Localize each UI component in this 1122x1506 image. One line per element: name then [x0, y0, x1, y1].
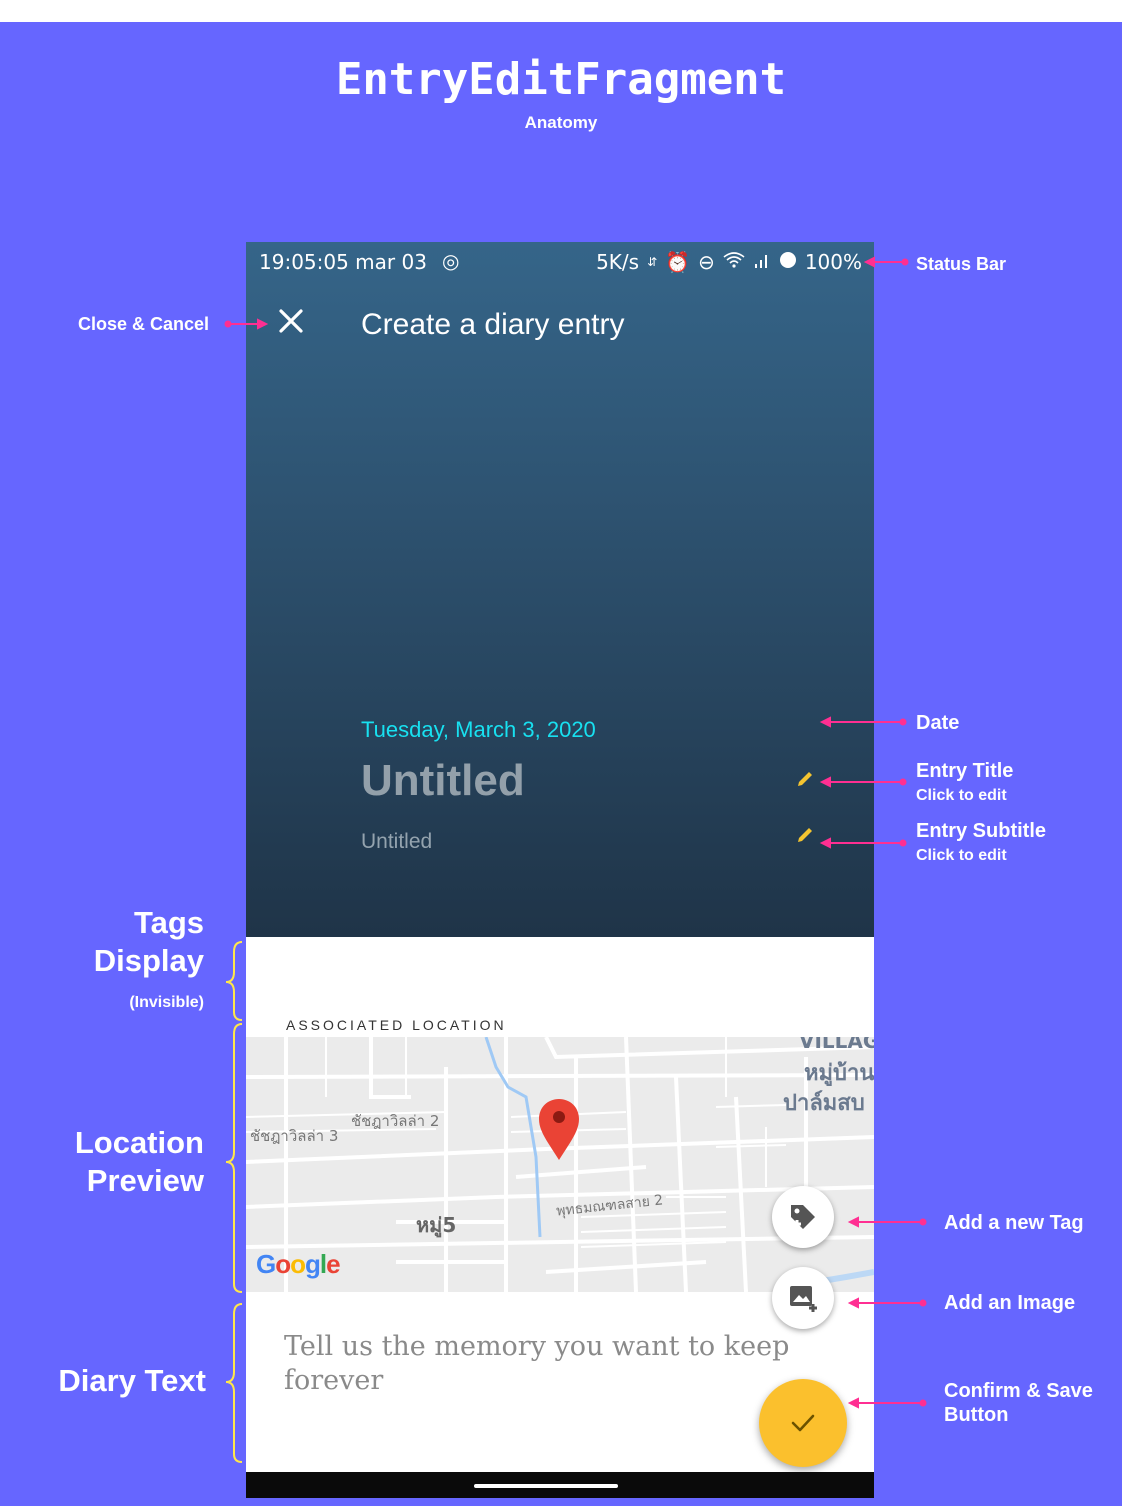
annotation-location-preview-1: Location: [74, 1125, 204, 1160]
add-tag-icon: [791, 1205, 815, 1229]
diagram-board: EntryEditFragment Anatomy 19:05:05 mar 0…: [0, 22, 1122, 1506]
map-label-chatchada-3: ชัชฎาวิลล่า 3: [250, 1127, 339, 1145]
entry-title[interactable]: Untitled: [361, 756, 525, 806]
annotation-close-cancel: Close & Cancel: [78, 314, 210, 334]
entry-header: 19:05:05 mar 03 ◎ 5K/s ⇵ ⏰ ⊖ 100% Create…: [246, 242, 874, 937]
add-tag-button[interactable]: [772, 1186, 834, 1248]
phone-screen: 19:05:05 mar 03 ◎ 5K/s ⇵ ⏰ ⊖ 100% Create…: [246, 242, 874, 1498]
dnd-icon: ⊖: [698, 250, 715, 274]
diary-text-input[interactable]: Tell us the memory you want to keep fore…: [284, 1330, 824, 1398]
toolbar-title: Create a diary entry: [361, 308, 625, 341]
data-saver-icon: ◎: [442, 249, 460, 273]
entry-subtitle[interactable]: Untitled: [361, 830, 432, 854]
diagram-subtitle: Anatomy: [524, 113, 598, 132]
check-icon: [791, 1414, 815, 1432]
annotation-add-tag: Add a new Tag: [944, 1212, 1084, 1234]
navigation-bar: [246, 1472, 874, 1498]
location-map-preview[interactable]: ชัชฎาวิลล่า 2 ชัชฎาวิลล่า 3 หมู่5 พุทธมณ…: [246, 1037, 874, 1292]
edit-subtitle-pencil-icon[interactable]: [794, 824, 816, 846]
map-label-chatchada-2: ชัชฎาวิลล่า 2: [351, 1112, 440, 1130]
confirm-save-button[interactable]: [759, 1379, 847, 1467]
network-speed: 5K/s: [596, 250, 640, 274]
add-image-button[interactable]: [772, 1267, 834, 1329]
wifi-icon: [723, 250, 745, 274]
annotation-location-preview-2: Preview: [86, 1163, 204, 1198]
edit-title-pencil-icon[interactable]: [794, 768, 816, 790]
annotation-diary-text: Diary Text: [58, 1363, 206, 1398]
close-icon: [279, 309, 303, 333]
annotation-tags-display-1: Tags: [133, 905, 204, 940]
annotation-entry-title: Entry Title: [916, 760, 1014, 782]
battery-icon: [779, 250, 797, 274]
associated-location-label: ASSOCIATED LOCATION: [286, 1017, 507, 1033]
signal-icon: [753, 250, 771, 274]
add-image-icon: [790, 1286, 817, 1312]
annotation-confirm-save-2: Button: [944, 1404, 1009, 1426]
annotation-tags-display-2: Display: [93, 943, 204, 978]
entry-date: Tuesday, March 3, 2020: [361, 717, 596, 742]
map-label-village: VILLAG: [799, 1037, 874, 1053]
annotation-confirm-save-1: Confirm & Save: [944, 1380, 1093, 1402]
map-label-palm: ปาล์มสบ: [783, 1091, 865, 1116]
google-logo: Google: [256, 1249, 341, 1279]
status-bar: 19:05:05 mar 03 ◎ 5K/s ⇵ ⏰ ⊖ 100%: [246, 242, 874, 282]
annotation-entry-subtitle-hint: Click to edit: [916, 847, 1007, 864]
annotation-date: Date: [916, 712, 960, 734]
annotation-tags-invisible: (Invisible): [129, 994, 204, 1011]
annotation-entry-title-hint: Click to edit: [916, 787, 1007, 804]
alarm-icon: ⏰: [665, 250, 691, 274]
home-gesture-pill[interactable]: [474, 1484, 618, 1488]
map-label-moo5: หมู่5: [416, 1213, 457, 1237]
diagram-title: EntryEditFragment: [335, 54, 787, 105]
annotation-status-bar: Status Bar: [916, 254, 1007, 274]
data-activity-icon: ⇵: [647, 255, 658, 269]
battery-level: 100%: [804, 250, 862, 274]
map-roads: [246, 1037, 874, 1292]
close-button[interactable]: [276, 306, 306, 336]
annotation-add-image: Add an Image: [944, 1292, 1076, 1314]
annotation-entry-subtitle: Entry Subtitle: [916, 820, 1047, 842]
status-time: 19:05:05 mar 03: [259, 250, 427, 274]
